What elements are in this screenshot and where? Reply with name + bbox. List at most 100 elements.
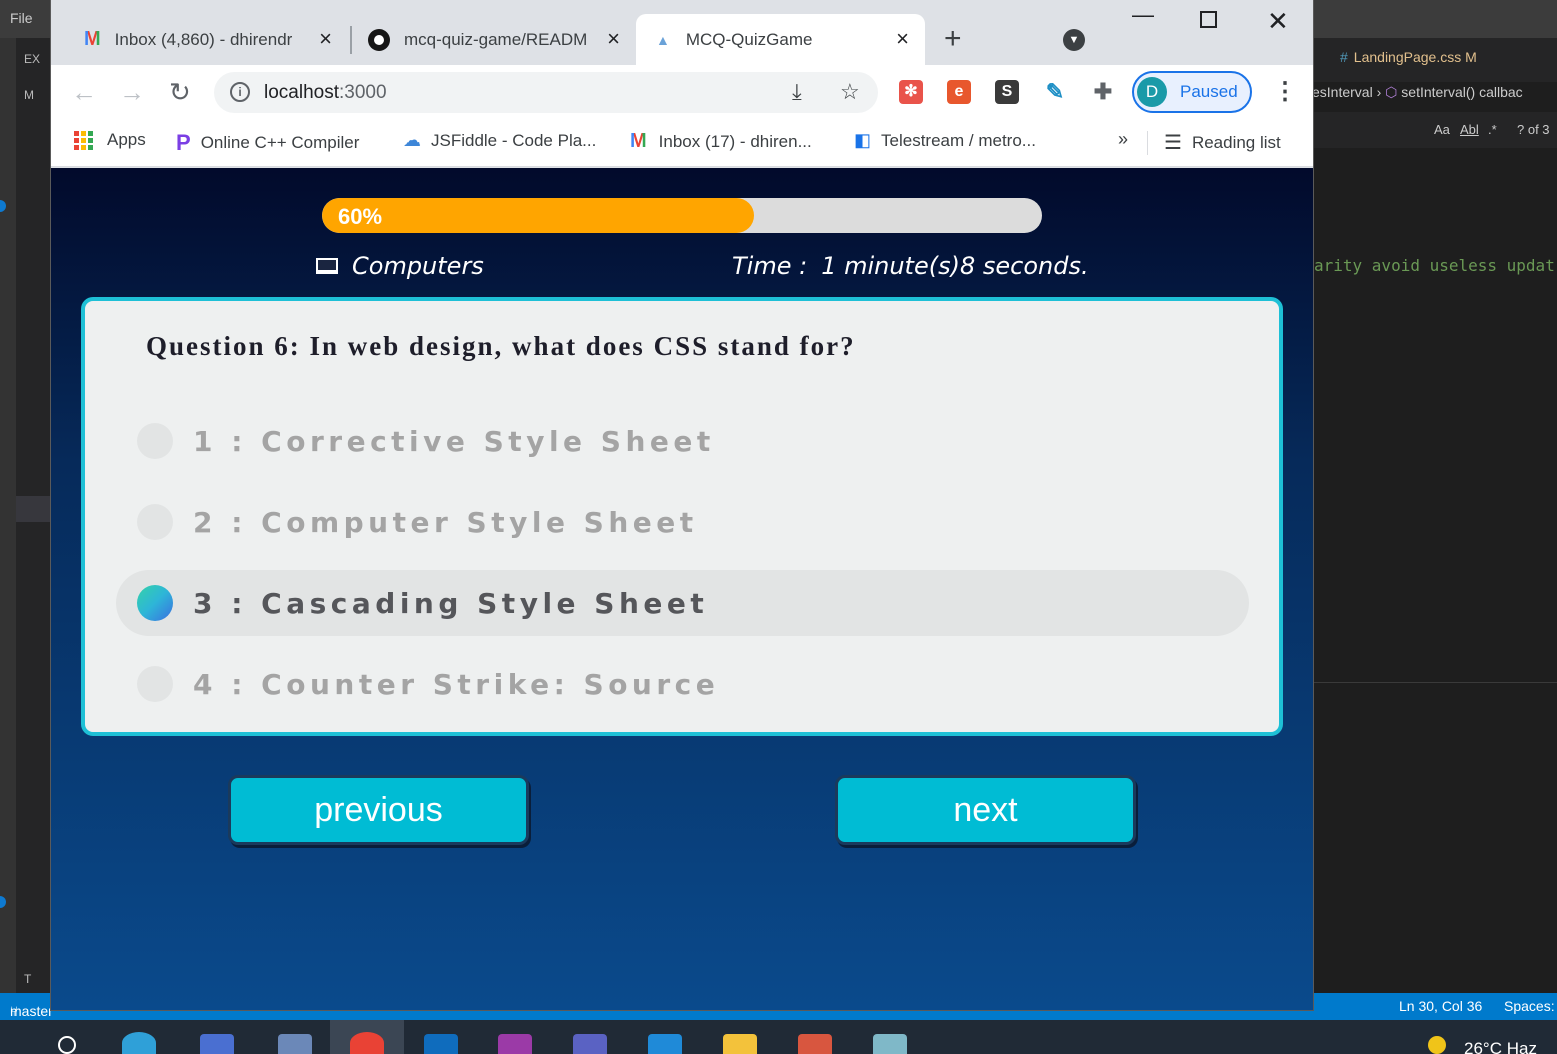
highlighter-extension-icon[interactable]: ✎	[1043, 80, 1067, 104]
sidebar-section-label[interactable]: T	[24, 972, 31, 986]
find-widget: Aa Abl .* ? of 3	[1312, 112, 1557, 148]
bookmark-gmail-inbox[interactable]: M Inbox (17) - dhiren...	[630, 130, 812, 153]
url-text[interactable]: localhost:3000	[264, 82, 387, 104]
cursor-position[interactable]: Ln 30, Col 36	[1399, 998, 1482, 1014]
github-icon	[368, 28, 390, 51]
bookmark-label: Telestream / metro...	[881, 130, 1036, 150]
answer-option-2[interactable]: 2 : Computer Style Sheet	[116, 489, 1249, 555]
regex-toggle[interactable]: .*	[1488, 122, 1497, 137]
bookmark-label: Apps	[107, 130, 146, 149]
bookmark-jsfiddle[interactable]: ☁ JSFiddle - Code Pla...	[403, 130, 596, 151]
question-card: Question 6: In web design, what does CSS…	[81, 297, 1283, 736]
bookmark-online-cpp-compiler[interactable]: P Online C++ Compiler	[176, 130, 359, 156]
bookmark-star-icon[interactable]: ☆	[840, 79, 860, 105]
breadcrumb-item[interactable]: setInterval() callbac	[1401, 84, 1522, 100]
radio-button-selected[interactable]	[137, 585, 173, 621]
teams-icon[interactable]	[573, 1034, 607, 1054]
profile-button[interactable]: D Paused	[1132, 71, 1252, 113]
maximize-icon[interactable]	[1200, 11, 1217, 28]
extension-react-devtools-icon[interactable]: ✻	[899, 80, 923, 104]
answer-option-3[interactable]: 3 : Cascading Style Sheet	[116, 570, 1249, 636]
answer-option-label: 4 : Counter Strike: Source	[193, 667, 720, 701]
radio-button[interactable]	[137, 504, 173, 540]
quiz-page: 60% Computers Time : 1 minute(s)8 seconds…	[51, 168, 1313, 1010]
radio-button[interactable]	[137, 423, 173, 459]
radio-button[interactable]	[137, 666, 173, 702]
editor-tab-landingpage-css[interactable]: # LandingPage.css M	[1340, 49, 1477, 65]
quiz-category: Computers	[316, 252, 484, 280]
tab-search-icon[interactable]: ▼	[1063, 29, 1085, 51]
breadcrumb: esInterval › ⬡ setInterval() callbac	[1312, 84, 1523, 101]
reading-list-button[interactable]: ☰ Reading list	[1164, 130, 1281, 155]
reading-list-label: Reading list	[1191, 132, 1281, 152]
chrome-icon[interactable]	[350, 1032, 384, 1054]
menu-kebab-icon[interactable]: ⋮	[1273, 77, 1297, 106]
answer-option-1[interactable]: 1 : Corrective Style Sheet	[116, 408, 1249, 474]
close-icon[interactable]: ×	[607, 26, 620, 52]
bookmark-telestream[interactable]: ◧ Telestream / metro...	[854, 130, 1036, 151]
close-icon[interactable]: ×	[319, 26, 332, 52]
find-result-count: ? of 3	[1517, 122, 1550, 137]
answer-option-4[interactable]: 4 : Counter Strike: Source	[116, 651, 1249, 717]
tab-divider	[350, 26, 352, 54]
back-icon[interactable]: ←	[71, 77, 97, 108]
edge-icon[interactable]	[122, 1032, 156, 1054]
outlook-icon[interactable]	[424, 1034, 458, 1054]
more-bookmarks-chevron[interactable]: »	[1118, 129, 1128, 150]
new-tab-button[interactable]: +	[944, 22, 962, 56]
install-app-icon[interactable]: ⤓	[792, 79, 802, 105]
category-name: Computers	[352, 252, 484, 280]
forward-icon[interactable]: →	[119, 77, 145, 108]
onenote-icon[interactable]	[498, 1034, 532, 1054]
laptop-icon	[316, 258, 338, 274]
match-case-toggle[interactable]: Aa	[1434, 122, 1450, 137]
search-icon[interactable]	[58, 1036, 76, 1054]
css-file-icon: #	[1340, 49, 1348, 65]
code-comment: arity avoid useless updat	[1314, 256, 1555, 275]
tab-mcq-quizgame[interactable]: ▲ MCQ-QuizGame ×	[636, 14, 925, 65]
extension-e-icon[interactable]: e	[947, 80, 971, 104]
quiz-favicon-icon: ▲	[656, 31, 670, 48]
whole-word-toggle[interactable]: Abl	[1460, 122, 1479, 137]
next-button[interactable]: next	[835, 775, 1136, 845]
menu-file[interactable]: File	[10, 10, 33, 26]
network-app-icon[interactable]	[278, 1034, 312, 1054]
bookmark-apps[interactable]: Apps	[74, 130, 146, 150]
weather-moon-icon	[1428, 1036, 1446, 1054]
close-icon[interactable]: ×	[896, 26, 909, 52]
sidebar-section-label[interactable]: M	[24, 88, 34, 102]
app-icon[interactable]	[200, 1034, 234, 1054]
reload-icon[interactable]: ↻	[169, 77, 191, 108]
site-info-icon[interactable]: i	[230, 82, 250, 102]
tab-title: Inbox (4,860) - dhirendr	[114, 29, 293, 49]
avatar: D	[1137, 77, 1167, 107]
progress-fill	[322, 198, 754, 233]
answer-option-label: 3 : Cascading Style Sheet	[193, 586, 709, 620]
timer-label: Time :	[732, 252, 808, 280]
tab-gmail-inbox[interactable]: M Inbox (4,860) - dhirendr ×	[80, 14, 350, 65]
app-icon[interactable]	[873, 1034, 907, 1054]
bookmark-label: Online C++ Compiler	[200, 133, 360, 152]
minimize-icon[interactable]: —	[1132, 2, 1154, 28]
indentation-status[interactable]: Spaces:	[1504, 998, 1555, 1014]
progress-label: 60%	[338, 204, 383, 229]
explorer-sidebar: EX M T	[16, 38, 52, 993]
extension-s-icon[interactable]: S	[995, 80, 1019, 104]
url-host: localhost	[264, 82, 339, 103]
breadcrumb-item[interactable]: esInterval	[1312, 84, 1373, 100]
selected-file-row[interactable]	[16, 496, 52, 522]
extensions-puzzle-icon[interactable]: ✚	[1091, 80, 1115, 104]
url-port: :3000	[339, 82, 387, 103]
tab-github-readme[interactable]: mcq-quiz-game/READM ×	[368, 14, 638, 65]
close-window-icon[interactable]: ✕	[1267, 6, 1289, 37]
app-icon[interactable]	[798, 1034, 832, 1054]
vscode-icon[interactable]	[648, 1034, 682, 1054]
file-explorer-icon[interactable]	[723, 1034, 757, 1054]
weather-text[interactable]: 26°C Haz	[1464, 1039, 1537, 1054]
gmail-icon: M	[84, 28, 101, 50]
branch-name: master	[10, 1003, 53, 1019]
activity-badge	[0, 896, 6, 908]
previous-button[interactable]: previous	[228, 775, 529, 845]
bookmark-label: JSFiddle - Code Pla...	[431, 130, 597, 150]
address-bar[interactable]: i localhost:3000 ⤓ ☆	[214, 72, 878, 113]
